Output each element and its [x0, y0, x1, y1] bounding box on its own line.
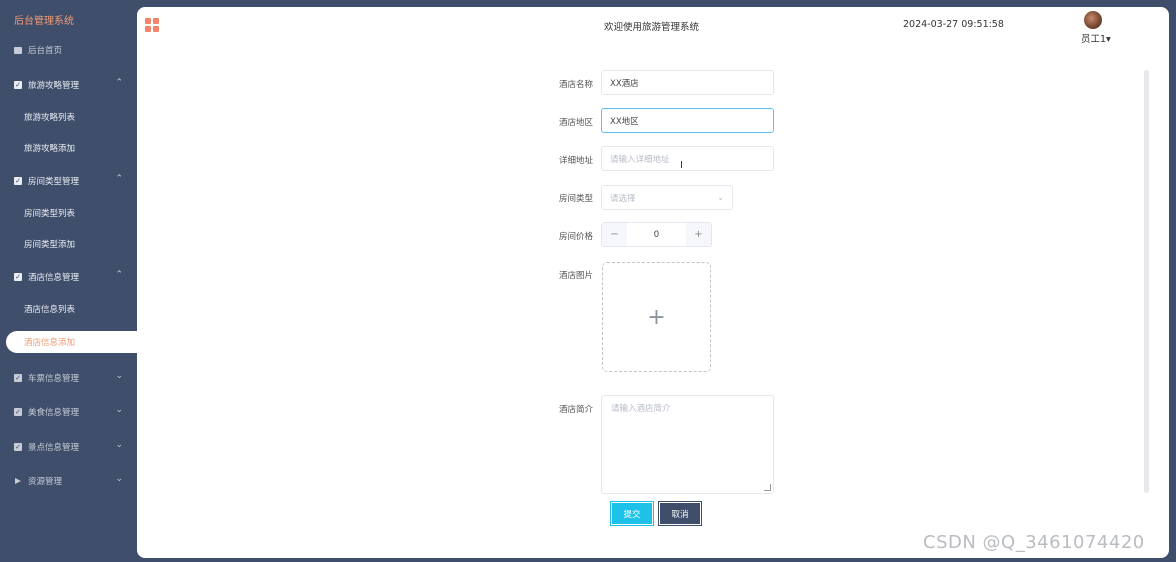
sidebar: 后台管理系统 后台首页 ✓ 旅游攻略管理 ⌃ 旅游攻略列表 旅游攻略添加 ✓ 房… — [0, 0, 143, 562]
sidebar-group-label: 酒店信息管理 — [28, 273, 80, 283]
hotel-intro-textarea[interactable]: 请输入酒店简介 — [601, 395, 774, 494]
sidebar-group-resources[interactable]: 资源管理 ⌄ — [0, 470, 137, 492]
chevron-up-icon: ⌃ — [115, 78, 123, 88]
sidebar-item-room-type-add[interactable]: 房间类型添加 — [0, 233, 137, 255]
sidebar-group-label: 资源管理 — [28, 477, 63, 487]
sidebar-item-room-type-list[interactable]: 房间类型列表 — [0, 202, 137, 224]
room-type-placeholder: 请选择 — [610, 193, 636, 204]
header-title: 欢迎使用旅游管理系统 — [604, 22, 700, 33]
chevron-down-icon: ⌄ — [115, 474, 123, 484]
scrollbar[interactable] — [1144, 70, 1149, 493]
user-name: 员工1 — [1081, 34, 1107, 45]
minus-icon[interactable]: − — [602, 223, 627, 246]
chevron-down-icon: ⌄ — [717, 193, 724, 202]
sidebar-group-label: 景点信息管理 — [28, 443, 80, 453]
checkbox-icon: ✓ — [14, 443, 22, 451]
cancel-button[interactable]: 取消 — [658, 501, 702, 526]
sidebar-group-scenic-info[interactable]: ✓ 景点信息管理 ⌄ — [0, 436, 137, 458]
sidebar-group-travel-guide[interactable]: ✓ 旅游攻略管理 ⌃ — [0, 74, 137, 96]
checkbox-icon: ✓ — [14, 177, 22, 185]
sidebar-item-label: 酒店信息添加 — [24, 338, 76, 348]
sidebar-item-label: 后台首页 — [28, 46, 63, 56]
sidebar-group-label: 房间类型管理 — [28, 177, 80, 187]
resize-handle-icon[interactable] — [764, 484, 771, 491]
sidebar-group-hotel-info[interactable]: ✓ 酒店信息管理 ⌃ — [0, 266, 137, 288]
sidebar-item-label: 旅游攻略列表 — [24, 113, 76, 123]
brand-title: 后台管理系统 — [14, 16, 74, 27]
sidebar-item-guide-list[interactable]: 旅游攻略列表 — [0, 106, 137, 128]
plus-icon: + — [647, 304, 666, 330]
header-datetime: 2024-03-27 09:51:58 — [903, 19, 1004, 30]
checkbox-icon: ✓ — [14, 408, 22, 416]
checkbox-icon: ✓ — [14, 374, 22, 382]
hotel-region-value: XX地区 — [610, 116, 639, 127]
flag-icon — [14, 477, 22, 485]
room-price-stepper[interactable]: − 0 + — [601, 222, 712, 247]
hotel-intro-label: 酒店简介 — [559, 405, 594, 415]
plus-icon[interactable]: + — [686, 223, 711, 246]
room-type-select[interactable]: 请选择 ⌄ — [601, 185, 733, 210]
sidebar-item-hotel-add[interactable]: 酒店信息添加 — [6, 331, 143, 353]
hotel-region-label: 酒店地区 — [559, 118, 594, 128]
sidebar-group-room-type[interactable]: ✓ 房间类型管理 ⌃ — [0, 170, 137, 192]
avatar[interactable] — [1084, 11, 1102, 29]
checkbox-icon: ✓ — [14, 273, 22, 281]
sidebar-item-label: 旅游攻略添加 — [24, 144, 76, 154]
chevron-down-icon: ⌄ — [115, 371, 123, 381]
address-placeholder: 请输入详细地址 — [610, 154, 670, 165]
image-upload[interactable]: + — [602, 262, 711, 372]
hotel-image-label: 酒店图片 — [559, 271, 594, 281]
chevron-down-icon: ⌄ — [115, 440, 123, 450]
hotel-name-label: 酒店名称 — [559, 80, 594, 90]
chevron-up-icon: ⌃ — [115, 174, 123, 184]
hotel-intro-placeholder: 请输入酒店简介 — [611, 404, 671, 414]
sidebar-item-hotel-list[interactable]: 酒店信息列表 — [0, 298, 137, 320]
hotel-name-value: XX酒店 — [610, 78, 639, 89]
room-price-label: 房间价格 — [559, 232, 594, 242]
sidebar-item-label: 酒店信息列表 — [24, 305, 76, 315]
submit-button[interactable]: 提交 — [610, 501, 654, 526]
sidebar-group-label: 车票信息管理 — [28, 374, 80, 384]
user-menu[interactable]: 员工1▾ — [1081, 31, 1111, 45]
chevron-down-icon: ⌄ — [115, 405, 123, 415]
caret-down-icon: ▾ — [1106, 34, 1111, 45]
text-cursor-icon: I — [680, 160, 683, 171]
sidebar-group-food-info[interactable]: ✓ 美食信息管理 ⌄ — [0, 401, 137, 423]
sidebar-item-label: 房间类型列表 — [24, 209, 76, 219]
monitor-icon — [14, 46, 22, 54]
address-label: 详细地址 — [559, 156, 594, 166]
sidebar-group-label: 美食信息管理 — [28, 408, 80, 418]
watermark: CSDN @Q_3461074420 — [923, 532, 1145, 553]
room-price-value[interactable]: 0 — [627, 223, 686, 246]
checkbox-icon: ✓ — [14, 81, 22, 89]
sidebar-item-label: 房间类型添加 — [24, 240, 76, 250]
chevron-up-icon: ⌃ — [115, 270, 123, 280]
room-type-label: 房间类型 — [559, 194, 594, 204]
main-panel: 欢迎使用旅游管理系统 2024-03-27 09:51:58 员工1▾ 酒店名称… — [137, 7, 1169, 558]
hotel-region-input[interactable]: XX地区 — [601, 108, 774, 133]
sidebar-group-ticket-info[interactable]: ✓ 车票信息管理 ⌄ — [0, 367, 137, 389]
sidebar-group-label: 旅游攻略管理 — [28, 81, 80, 91]
sidebar-item-guide-add[interactable]: 旅游攻略添加 — [0, 137, 137, 159]
menu-grid-icon[interactable] — [145, 18, 159, 32]
sidebar-item-home[interactable]: 后台首页 — [0, 39, 137, 61]
hotel-name-input[interactable]: XX酒店 — [601, 70, 774, 95]
address-input[interactable]: 请输入详细地址 — [601, 146, 774, 171]
